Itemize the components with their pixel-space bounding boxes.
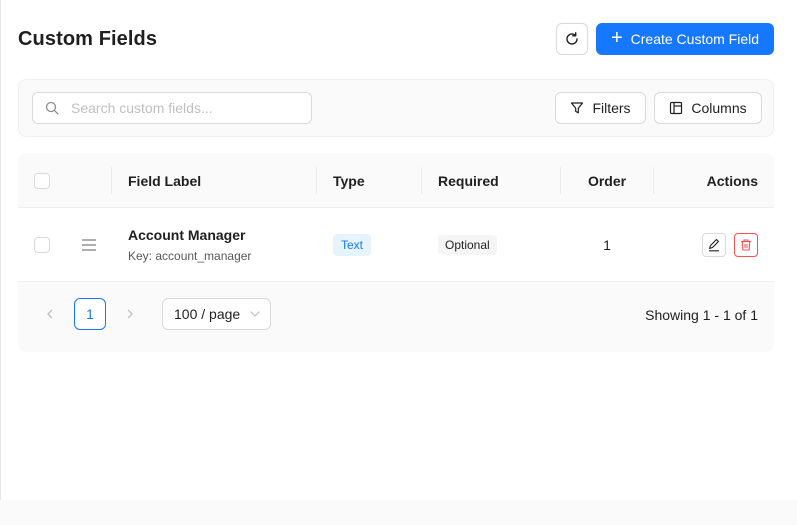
field-label: Account Manager (128, 226, 246, 243)
type-tag: Text (333, 233, 372, 256)
chevron-left-icon (47, 309, 53, 319)
column-header-required[interactable]: Required (438, 153, 499, 208)
row-select-cell (34, 208, 50, 281)
filters-button[interactable]: Filters (555, 92, 646, 124)
search-icon (45, 101, 59, 115)
refresh-button[interactable] (556, 23, 588, 55)
table-header: Field Label Type Required Order Actions (18, 153, 774, 208)
previous-page-button[interactable] (38, 302, 62, 326)
field-key: Key: account_manager (128, 248, 252, 263)
search-input[interactable] (71, 100, 291, 116)
actions-cell (702, 208, 758, 281)
page-size-select[interactable]: 100 / page (162, 298, 271, 330)
column-header-field-label[interactable]: Field Label (128, 153, 201, 208)
page-number-button[interactable]: 1 (74, 298, 106, 330)
field-label-cell: Account Manager Key: account_manager (128, 208, 251, 281)
custom-fields-table: Field Label Type Required Order Actions (18, 153, 774, 352)
column-header-order[interactable]: Order (561, 153, 653, 208)
showing-count: Showing 1 - 1 of 1 (645, 307, 758, 323)
drag-handle[interactable] (81, 208, 97, 281)
page-size-value: 100 / page (174, 306, 241, 322)
required-tag: Optional (438, 234, 497, 255)
refresh-icon (566, 32, 578, 45)
columns-button[interactable]: Columns (654, 92, 762, 124)
columns-label: Columns (691, 100, 747, 116)
custom-fields-page: Custom Fields + Create Custom Field Filt… (0, 0, 797, 500)
column-divider (111, 167, 112, 194)
column-header-actions: Actions (706, 172, 758, 189)
column-header-type[interactable]: Type (333, 153, 365, 208)
plus-icon: + (610, 27, 623, 49)
table-toolbar: Filters Columns (18, 79, 774, 137)
chevron-down-icon (250, 311, 260, 317)
select-all-cell (34, 153, 50, 208)
chevron-right-icon (127, 309, 133, 319)
table-row[interactable]: Account Manager Key: account_manager Tex… (18, 208, 774, 282)
column-divider (421, 167, 422, 194)
type-cell: Text (333, 208, 372, 281)
row-checkbox[interactable] (34, 236, 50, 253)
edit-button[interactable] (702, 232, 726, 257)
page-title: Custom Fields (18, 28, 158, 50)
order-value: 1 (603, 236, 611, 253)
search-box[interactable] (32, 92, 312, 124)
filter-icon (571, 102, 584, 114)
pagination: 1 100 / page Showing 1 - 1 of 1 (18, 282, 774, 352)
next-page-button[interactable] (118, 302, 142, 326)
create-custom-field-button[interactable]: + Create Custom Field (596, 23, 774, 55)
delete-button[interactable] (734, 232, 758, 257)
drag-handle-icon (82, 238, 96, 251)
create-button-label: Create Custom Field (630, 31, 760, 47)
delete-icon (741, 238, 751, 251)
filters-label: Filters (592, 100, 631, 116)
select-all-checkbox[interactable] (34, 172, 50, 189)
order-cell: 1 (561, 208, 653, 281)
column-divider (316, 167, 317, 194)
edit-icon (708, 238, 720, 251)
required-cell: Optional (438, 208, 497, 281)
bottom-strip (0, 500, 797, 525)
columns-icon (670, 101, 683, 115)
